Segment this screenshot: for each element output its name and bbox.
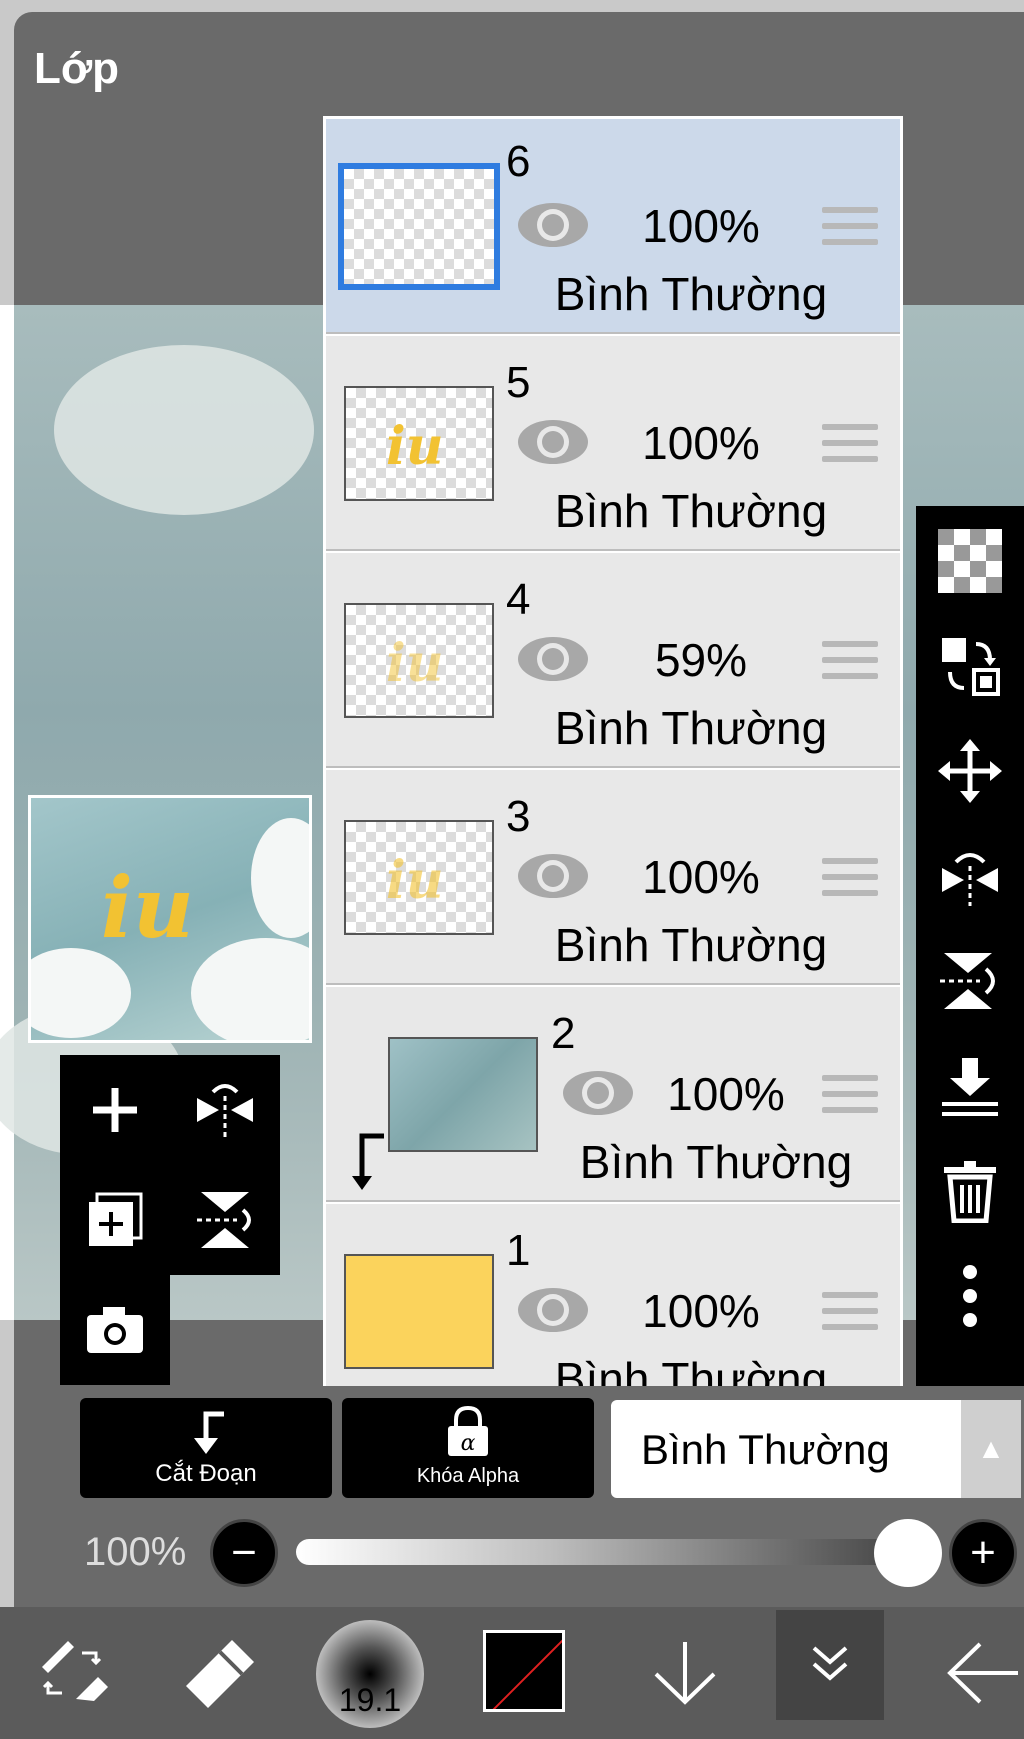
brush-switch-icon[interactable] <box>22 1607 122 1739</box>
layer-blend-mode: Bình Thường <box>554 485 828 537</box>
layer-tab-button[interactable] <box>776 1610 884 1720</box>
preview-cloud <box>31 948 131 1038</box>
layer-number: 5 <box>506 358 531 407</box>
drag-handle-icon[interactable] <box>822 858 878 902</box>
merge-down-icon[interactable] <box>935 1051 1005 1121</box>
add-layer-icon[interactable] <box>80 1075 150 1145</box>
move-icon[interactable] <box>935 736 1005 806</box>
layer-opacity: 59% <box>654 634 748 686</box>
swap-layers-icon[interactable] <box>935 631 1005 701</box>
opacity-label: 100% <box>84 1530 187 1574</box>
layer-opacity: 100% <box>642 200 760 252</box>
clipping-arrow-icon <box>352 1133 384 1190</box>
layer-opacity: 100% <box>642 851 760 903</box>
layer-opacity: 100% <box>642 417 760 469</box>
drag-handle-icon[interactable] <box>822 207 878 251</box>
canvas-preview[interactable]: iu <box>28 795 312 1043</box>
eraser-icon[interactable] <box>170 1607 270 1739</box>
layer-actions <box>60 1055 280 1385</box>
chevron-double-down-icon <box>812 1646 848 1681</box>
layer-blend-mode: Bình Thường <box>554 1353 828 1386</box>
eye-icon[interactable] <box>516 850 590 902</box>
transparency-icon[interactable] <box>935 526 1005 596</box>
layer-thumbnail[interactable]: iu <box>344 820 494 935</box>
blend-mode-value: Bình Thường <box>641 1426 890 1473</box>
layer-opacity: 100% <box>667 1068 785 1120</box>
layer-blend-mode: Bình Thường <box>554 268 828 320</box>
layer-blend-mode: Bình Thường <box>579 1136 853 1188</box>
eye-icon[interactable] <box>516 633 590 685</box>
preview-cloud <box>191 938 309 1040</box>
lock-icon: α <box>448 1406 488 1456</box>
drag-handle-icon[interactable] <box>822 1292 878 1336</box>
svg-text:α: α <box>461 1431 476 1456</box>
opacity-slider-thumb[interactable] <box>874 1519 942 1587</box>
canvas-edge <box>0 305 14 1320</box>
layer-number: 3 <box>506 792 531 841</box>
color-slash <box>491 1633 562 1709</box>
drag-handle-icon[interactable] <box>822 641 878 685</box>
layer-number: 6 <box>506 137 531 186</box>
thumb-text: iu <box>386 416 444 477</box>
layer-list[interactable]: 6 100% Bình Thường iu 5 100% Bình Thường… <box>323 116 903 1386</box>
color-icon[interactable] <box>483 1630 565 1712</box>
thumb-text: iu <box>386 633 444 694</box>
clipping-icon <box>194 1411 224 1454</box>
layer-blend-mode: Bình Thường <box>554 919 828 971</box>
blend-mode-select[interactable]: Bình Thường ▲ <box>611 1400 1021 1498</box>
clipping-button[interactable]: Cắt Đoạn <box>80 1398 332 1498</box>
canvas-cloud <box>54 345 314 515</box>
preview-cloud <box>251 818 309 938</box>
layer-thumbnail[interactable] <box>344 1254 494 1369</box>
right-toolbar <box>916 506 1024 1386</box>
app-frame: Lớp 6 100% Bình Thường iu 5 100% Bình Th… <box>0 0 1024 1739</box>
drag-handle-icon[interactable] <box>822 424 878 468</box>
layer-blend-mode: Bình Thường <box>554 702 828 754</box>
layer-number: 2 <box>551 1009 576 1058</box>
layer-thumbnail[interactable]: iu <box>344 603 494 718</box>
layer-row[interactable]: iu 4 59% Bình Thường <box>326 553 900 768</box>
layer-row[interactable]: 1 100% Bình Thường <box>326 1204 900 1386</box>
opacity-decrease-button[interactable]: − <box>210 1519 278 1587</box>
flip-vertical-icon[interactable] <box>935 946 1005 1016</box>
alpha-lock-label: Khóa Alpha <box>416 1465 520 1487</box>
layer-row[interactable]: iu 5 100% Bình Thường <box>326 336 900 551</box>
eye-icon[interactable] <box>516 199 590 251</box>
eye-icon[interactable] <box>516 1284 590 1336</box>
opacity-slider[interactable] <box>296 1539 936 1565</box>
layer-thumbnail[interactable]: iu <box>344 386 494 501</box>
chevron-up-icon[interactable]: ▲ <box>961 1400 1021 1498</box>
layer-row[interactable]: 2 100% Bình Thường <box>326 987 900 1202</box>
trash-icon[interactable] <box>935 1156 1005 1226</box>
layer-number: 4 <box>506 575 531 624</box>
layer-thumbnail[interactable] <box>338 163 500 290</box>
flip-horizontal-icon[interactable] <box>190 1075 260 1145</box>
layer-thumbnail[interactable] <box>388 1037 538 1152</box>
brush-size-label: 19.1 <box>338 1682 402 1718</box>
eye-icon[interactable] <box>561 1067 635 1119</box>
camera-icon[interactable] <box>80 1295 150 1365</box>
flip-vertical-icon[interactable] <box>190 1185 260 1255</box>
brush-size-icon[interactable]: 19.1 <box>316 1620 424 1728</box>
thumb-text: iu <box>386 850 444 911</box>
opacity-increase-button[interactable]: + <box>949 1519 1017 1587</box>
back-arrow-icon[interactable] <box>940 1607 1024 1739</box>
layer-number: 1 <box>506 1226 531 1275</box>
flip-horizontal-icon[interactable] <box>935 841 1005 911</box>
layer-opacity: 100% <box>642 1285 760 1337</box>
eye-icon[interactable] <box>516 416 590 468</box>
arrow-down-icon[interactable] <box>640 1607 730 1739</box>
layer-row[interactable]: 6 100% Bình Thường <box>326 119 900 334</box>
panel-title: Lớp <box>34 44 120 93</box>
more-icon[interactable] <box>935 1261 1005 1331</box>
drag-handle-icon[interactable] <box>822 1075 878 1119</box>
preview-logo: iu <box>101 858 194 957</box>
alpha-lock-button[interactable]: α Khóa Alpha <box>342 1398 594 1498</box>
layer-row[interactable]: iu 3 100% Bình Thường <box>326 770 900 985</box>
clipping-label: Cắt Đoạn <box>155 1460 257 1487</box>
copy-layer-icon[interactable] <box>80 1185 150 1255</box>
